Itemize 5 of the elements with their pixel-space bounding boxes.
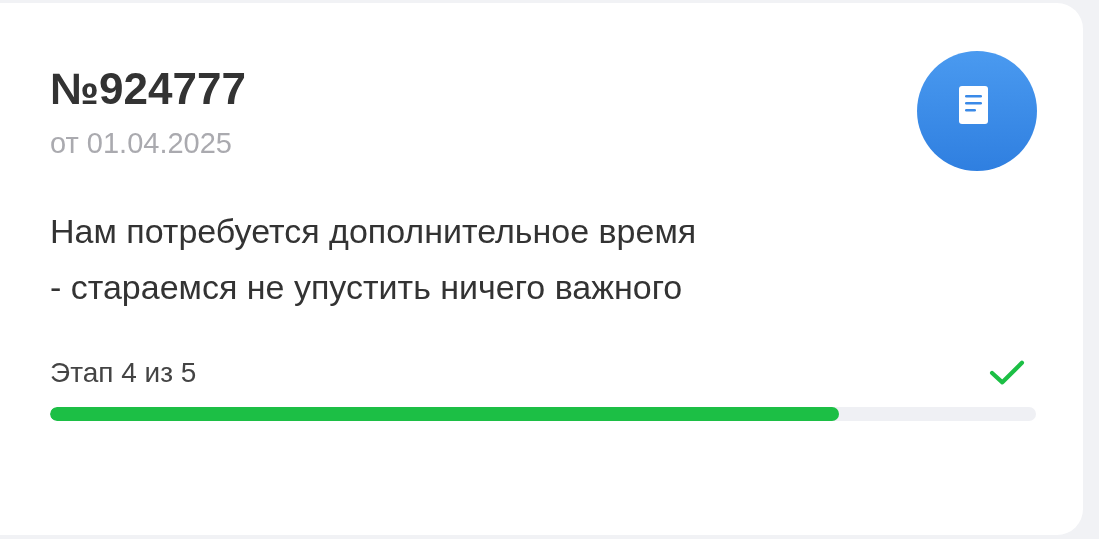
document-icon	[917, 51, 1037, 171]
order-number: №924777	[50, 63, 246, 115]
order-date: от 01.04.2025	[50, 126, 233, 161]
stage-label: Этап 4 из 5	[50, 357, 197, 389]
status-message: Нам потребуется дополнительное время - стараемся не упустить ничего важного	[50, 211, 698, 308]
